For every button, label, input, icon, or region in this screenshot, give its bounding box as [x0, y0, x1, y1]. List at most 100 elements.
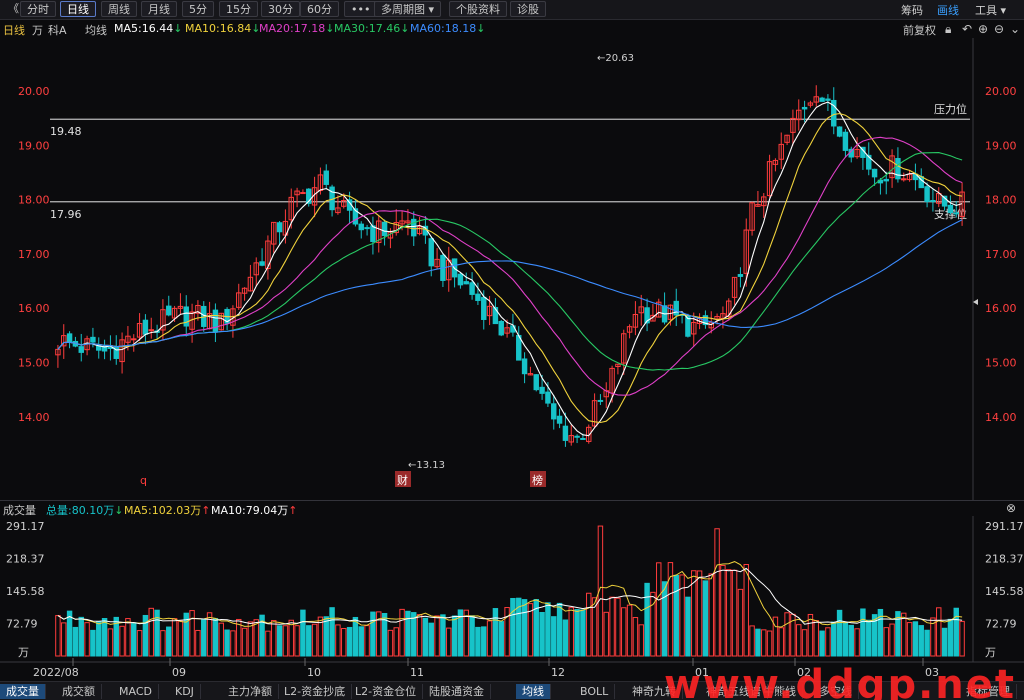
period-toolbar: 《 分时 日线 周线 月线 5分 15分 30分 60分 ••• 多周期图 ▾ 个股资料 诊股 筹码 …: [0, 0, 1024, 20]
candle-body: [836, 126, 843, 137]
volume-bar: [271, 620, 277, 657]
volume-bar: [819, 630, 825, 657]
volume-bar: [352, 616, 359, 657]
volume-bar: [131, 622, 137, 657]
period-button[interactable]: 个股资料: [449, 1, 507, 17]
volume-bar: [749, 625, 755, 657]
volume-bar: [685, 596, 691, 657]
indicator-tab[interactable]: L2-资金抄底: [278, 684, 353, 699]
volume-bar: [212, 618, 219, 657]
zoom-in-icon[interactable]: ⊕: [978, 22, 988, 36]
undo-icon[interactable]: ↶: [962, 22, 972, 36]
candle-body: [358, 223, 364, 231]
volume-bar: [714, 528, 720, 657]
volume-bar: [656, 562, 662, 657]
period-button[interactable]: 5分: [182, 1, 214, 17]
volume-bar: [364, 625, 370, 657]
indicator-tab[interactable]: L2-资金仓位: [349, 684, 424, 699]
lock-icon[interactable]: 🔒︎: [945, 22, 951, 37]
volume-bar: [55, 615, 61, 657]
candle-body: [953, 212, 959, 215]
chips-button[interactable]: 筹码: [901, 2, 923, 18]
volume-bars: [55, 525, 965, 657]
price-axis-label-left: 17.00: [18, 248, 50, 261]
volume-chart[interactable]: 291.17 291.17 218.37 218.37 145.58 145.58 72.7…: [0, 516, 1024, 681]
volume-bar: [434, 615, 440, 657]
volume-bar: [702, 580, 709, 657]
indicator-tab[interactable]: KDJ: [169, 684, 201, 699]
volume-bar: [463, 609, 469, 657]
volume-bar: [813, 620, 819, 657]
candle-body: [901, 178, 907, 181]
volume-bar: [393, 627, 399, 657]
indicator-tab[interactable]: 成交量: [0, 684, 46, 699]
candle-body: [212, 309, 219, 333]
candle-body: [492, 307, 499, 325]
candle-body: [78, 346, 84, 353]
volume-bar: [562, 619, 569, 657]
volume-bar: [603, 611, 609, 657]
period-button[interactable]: 60分: [300, 1, 339, 17]
volume-bar: [586, 592, 592, 657]
candle-body: [498, 320, 504, 336]
volume-bar: [428, 622, 434, 657]
candle-body: [551, 403, 557, 420]
volume-bar: [761, 629, 767, 657]
indicator-tab[interactable]: 均线: [516, 684, 551, 699]
indicator-tab[interactable]: 陆股通资金: [423, 684, 491, 699]
volume-bar: [726, 569, 732, 657]
candle-body: [381, 221, 388, 237]
candle-body: [801, 106, 808, 110]
indicator-tab[interactable]: 主力净额: [222, 684, 279, 699]
period-button[interactable]: •••: [344, 1, 378, 17]
indicator-tab[interactable]: BOLL: [574, 684, 616, 699]
candle-body: [370, 225, 376, 243]
adjust-mode[interactable]: 前复权: [903, 22, 936, 38]
period-button[interactable]: 多周期图 ▾: [374, 1, 442, 17]
more-icon[interactable]: ⌄: [1010, 22, 1020, 36]
zoom-out-icon[interactable]: ⊖: [994, 22, 1004, 36]
tools-menu[interactable]: 工具 ▾: [975, 2, 1006, 18]
period-button[interactable]: 15分: [219, 1, 258, 17]
candle-body: [148, 329, 154, 332]
volume-bar: [288, 619, 294, 657]
period-button[interactable]: 日线: [60, 1, 96, 17]
ma-label[interactable]: 均线: [85, 22, 107, 38]
volume-bar: [230, 630, 236, 657]
price-axis-label-right: 14.00: [985, 411, 1017, 424]
volume-bar: [831, 621, 837, 657]
period-button[interactable]: 分时: [20, 1, 56, 17]
volume-unit-left: 万: [18, 646, 29, 659]
candle-body: [556, 415, 563, 424]
x-axis-label: 12: [551, 666, 565, 679]
ma5-value: MA5:16.44↓: [114, 22, 183, 35]
period-button[interactable]: 周线: [101, 1, 137, 17]
indicator-tab[interactable]: MACD: [113, 684, 159, 699]
period-button[interactable]: 诊股: [510, 1, 546, 17]
volume-bar: [959, 620, 965, 657]
volume-bar: [101, 618, 108, 657]
volume-bar: [825, 627, 831, 657]
volume-bar: [778, 627, 784, 657]
candle-body: [871, 168, 878, 178]
price-axis-label-right: 19.00: [985, 139, 1017, 152]
volume-bar: [615, 597, 621, 657]
draw-line-button[interactable]: 画线: [937, 2, 959, 18]
period-button[interactable]: 月线: [141, 1, 177, 17]
current-price-arrow: [973, 299, 978, 305]
volume-axis-label-left: 145.58: [6, 585, 45, 598]
x-axis-label: 10: [307, 666, 321, 679]
candle-body: [131, 338, 137, 341]
indicator-tab[interactable]: 成交额: [56, 684, 102, 699]
volume-bar: [953, 607, 959, 657]
period-button[interactable]: 30分: [261, 1, 300, 17]
volume-bar: [294, 625, 300, 657]
volume-bar: [638, 624, 644, 657]
volume-bar: [189, 610, 195, 657]
price-chart[interactable]: 20.00 20.00 19.00 19.00 18.00 18.00 17.00 17.00…: [0, 38, 1024, 500]
close-panel-icon[interactable]: ⊗: [1006, 501, 1016, 515]
low-marker: ←13.13: [408, 460, 445, 471]
volume-bar: [737, 588, 744, 657]
volume-bar: [241, 627, 248, 657]
volume-bar: [78, 616, 84, 657]
